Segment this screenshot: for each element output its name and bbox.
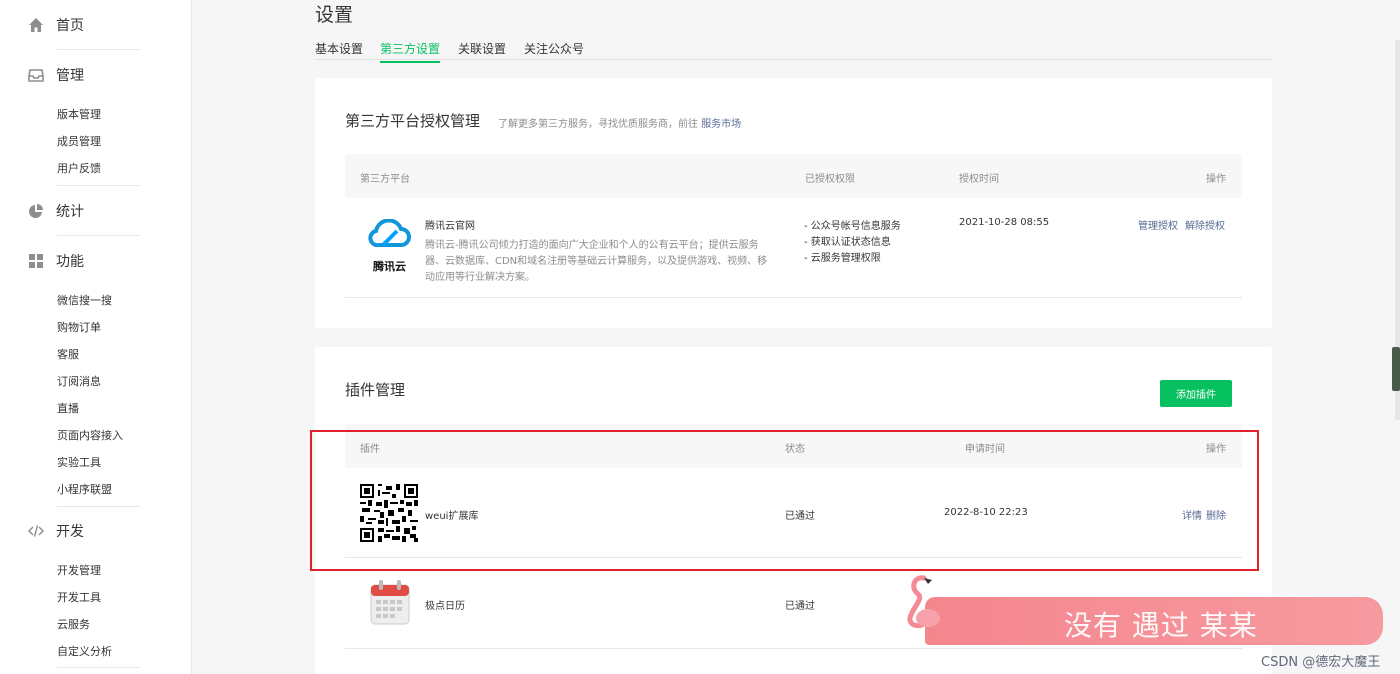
col-apply-time: 申请时间 bbox=[965, 444, 1005, 455]
third-party-desc: 了解更多第三方服务，寻找优质服务商，前往 服务市场 bbox=[498, 115, 741, 130]
nav-custom-analysis[interactable]: 自定义分析 bbox=[57, 643, 112, 659]
scrollbar-thumb[interactable] bbox=[1392, 347, 1400, 391]
nav-member-manage[interactable]: 成员管理 bbox=[57, 133, 101, 149]
third-party-table-header: 第三方平台 已授权权限 授权时间 操作 bbox=[345, 154, 1242, 198]
nav-experiment-tools[interactable]: 实验工具 bbox=[57, 454, 101, 470]
nav-wechat-search[interactable]: 微信搜一搜 bbox=[57, 292, 112, 308]
tab-follow-account[interactable]: 关注公众号 bbox=[524, 40, 584, 61]
third-party-desc-text: 了解更多第三方服务，寻找优质服务商，前往 bbox=[498, 119, 698, 130]
col-actions: 操作 bbox=[1206, 444, 1226, 455]
third-party-card: 第三方平台授权管理 了解更多第三方服务，寻找优质服务商，前往 服务市场 第三方平… bbox=[315, 78, 1272, 328]
grid-icon bbox=[29, 254, 43, 268]
plugin-name: weui扩展库 bbox=[425, 511, 479, 522]
row-separator bbox=[345, 557, 1242, 558]
nav-miniprogram-alliance[interactable]: 小程序联盟 bbox=[57, 481, 112, 497]
nav-dev-label: 开发 bbox=[56, 524, 84, 540]
revoke-auth-link[interactable]: 解除授权 bbox=[1185, 217, 1225, 232]
nav-features-label: 功能 bbox=[56, 254, 84, 270]
plugin-name: 极点日历 bbox=[425, 601, 465, 612]
nav-page-content[interactable]: 页面内容接入 bbox=[57, 427, 123, 443]
col-permissions: 已授权权限 bbox=[805, 174, 855, 185]
nav-subscribe-messages[interactable]: 订阅消息 bbox=[57, 373, 101, 389]
qr-code-icon bbox=[360, 484, 418, 542]
plugin-status: 已通过 bbox=[785, 601, 815, 612]
platform-name: 腾讯云官网 bbox=[425, 221, 475, 232]
platform-desc-line: 器、云数据库、CDN和域名注册等基础云计算服务，以及提供游戏、视频、移 bbox=[425, 256, 768, 267]
nav-stats[interactable]: 统计 bbox=[28, 201, 84, 221]
divider bbox=[57, 235, 140, 236]
flamingo-icon bbox=[907, 575, 940, 629]
auth-time: 2021-10-28 08:55 bbox=[959, 217, 1050, 228]
divider bbox=[57, 49, 140, 50]
col-status: 状态 bbox=[785, 444, 805, 455]
nav-home-label: 首页 bbox=[56, 18, 84, 34]
home-icon bbox=[29, 18, 43, 32]
nav-manage-label: 管理 bbox=[56, 68, 84, 84]
row-separator bbox=[345, 297, 1242, 298]
col-actions: 操作 bbox=[1206, 174, 1226, 185]
plugin-table-header: 插件 状态 申请时间 操作 bbox=[345, 424, 1242, 468]
nav-customer-service[interactable]: 客服 bbox=[57, 346, 79, 362]
tencent-cloud-logo-text: 腾讯云 bbox=[373, 260, 406, 273]
calendar-icon bbox=[370, 580, 410, 625]
tab-linked-settings[interactable]: 关联设置 bbox=[458, 40, 506, 61]
tab-third-party-settings[interactable]: 第三方设置 bbox=[380, 40, 441, 63]
settings-tabs: 基本设置 第三方设置 关联设置 关注公众号 bbox=[315, 38, 1272, 63]
tencent-cloud-icon bbox=[368, 219, 411, 248]
sidebar: 首页 管理 版本管理 成员管理 用户反馈 统计 功能 微信搜一搜 购物订单 客服… bbox=[0, 0, 192, 674]
divider bbox=[57, 667, 140, 668]
tab-basic-settings[interactable]: 基本设置 bbox=[315, 40, 363, 61]
col-plugin: 插件 bbox=[360, 444, 380, 455]
third-party-title: 第三方平台授权管理 bbox=[345, 112, 481, 130]
banner-text: 没有 遇过 某某 bbox=[1064, 609, 1258, 642]
add-plugin-button[interactable]: 添加插件 bbox=[1160, 380, 1232, 407]
plugin-detail-link[interactable]: 详情 bbox=[1182, 507, 1202, 522]
permission-item: - 获取认证状态信息 bbox=[804, 237, 891, 248]
col-platform: 第三方平台 bbox=[360, 174, 410, 185]
plugin-apply-time: 2022-8-10 22:23 bbox=[944, 507, 1028, 518]
platform-desc-line: 腾讯云-腾讯公司倾力打造的面向广大企业和个人的公有云平台；提供云服务 bbox=[425, 240, 759, 251]
manage-auth-link[interactable]: 管理授权 bbox=[1138, 217, 1178, 232]
plugin-status: 已通过 bbox=[785, 511, 815, 522]
divider bbox=[57, 185, 140, 186]
nav-stats-label: 统计 bbox=[56, 204, 84, 220]
divider bbox=[57, 506, 140, 507]
permission-item: - 公众号帐号信息服务 bbox=[804, 221, 901, 232]
plugin-delete-link[interactable]: 删除 bbox=[1206, 507, 1226, 522]
nav-manage[interactable]: 管理 bbox=[28, 65, 84, 85]
nav-user-feedback[interactable]: 用户反馈 bbox=[57, 160, 101, 176]
nav-live[interactable]: 直播 bbox=[57, 400, 79, 416]
nav-shopping-orders[interactable]: 购物订单 bbox=[57, 319, 101, 335]
platform-desc-line: 动应用等行业解决方案。 bbox=[425, 272, 535, 283]
page-title: 设置 bbox=[315, 4, 354, 26]
nav-dev-tools[interactable]: 开发工具 bbox=[57, 589, 101, 605]
nav-home[interactable]: 首页 bbox=[28, 15, 84, 35]
pie-chart-icon bbox=[29, 204, 43, 218]
nav-dev[interactable]: 开发 bbox=[28, 521, 84, 541]
nav-dev-manage[interactable]: 开发管理 bbox=[57, 562, 101, 578]
service-market-link[interactable]: 服务市场 bbox=[701, 119, 741, 130]
inbox-icon bbox=[28, 69, 44, 82]
nav-version-manage[interactable]: 版本管理 bbox=[57, 106, 101, 122]
row-separator bbox=[345, 648, 1242, 649]
nav-cloud-service[interactable]: 云服务 bbox=[57, 616, 90, 632]
permission-item: - 云服务管理权限 bbox=[804, 253, 881, 264]
csdn-watermark: CSDN @德宏大魔王 bbox=[1261, 655, 1381, 670]
plugin-title: 插件管理 bbox=[345, 381, 406, 399]
code-icon bbox=[28, 525, 44, 537]
nav-features[interactable]: 功能 bbox=[28, 251, 84, 271]
col-auth-time: 授权时间 bbox=[959, 174, 999, 185]
